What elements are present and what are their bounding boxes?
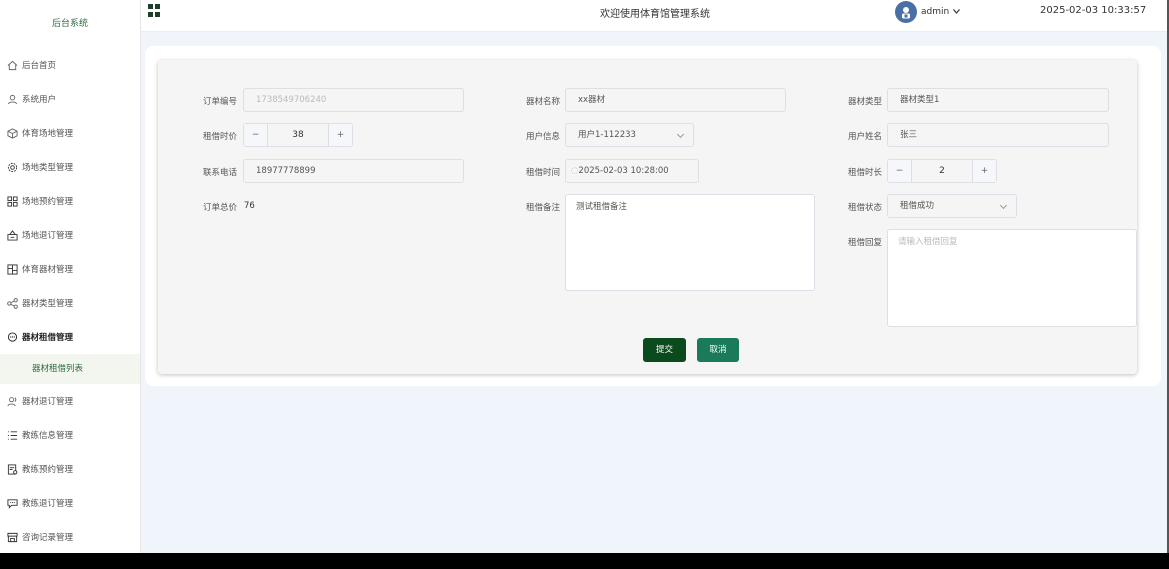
header: 欢迎使用体育馆管理系统 admin 2025-02-03 10:33:57: [141, 0, 1169, 32]
sidebar-item-label: 教练信息管理: [22, 431, 74, 441]
order-no-label: 订单编号: [202, 97, 237, 107]
status-label: 租借状态: [847, 203, 882, 213]
content-panel: 订单编号 1738549706240 器材名称 xx器材 器材类型 器材类型1 …: [145, 46, 1161, 386]
sidebar-item-coach-cancel[interactable]: 教练退订管理: [0, 486, 140, 520]
chevron-down-icon: [953, 7, 961, 17]
chat-icon: [6, 331, 18, 343]
sidebar-item-equipment-rental[interactable]: 器材租借管理: [0, 320, 140, 354]
doc-icon: [6, 463, 18, 475]
sidebar-item-venues[interactable]: 体育场地管理: [0, 116, 140, 150]
sidebar-item-label: 咨询记录管理: [22, 533, 74, 543]
remark-label: 租借备注: [525, 203, 560, 213]
price-value[interactable]: 38: [268, 124, 328, 146]
sidebar-item-coach-info[interactable]: 教练信息管理: [0, 418, 140, 452]
sidebar-item-label: 系统用户: [22, 95, 57, 105]
sidebar-item-venue-cancel[interactable]: 场地退订管理: [0, 218, 140, 252]
sidebar-item-label: 器材类型管理: [22, 299, 74, 309]
main-content: 订单编号 1738549706240 器材名称 xx器材 器材类型 器材类型1 …: [141, 32, 1169, 553]
sidebar-item-venue-types[interactable]: 场地类型管理: [0, 150, 140, 184]
duration-value[interactable]: 2: [912, 160, 972, 182]
page-title: 欢迎使用体育馆管理系统: [600, 9, 710, 20]
user-name-label: 用户姓名: [847, 132, 882, 142]
total-label: 订单总价: [202, 203, 237, 213]
equip-name-input[interactable]: xx器材: [565, 88, 786, 112]
sidebar-item-label: 场地退订管理: [22, 231, 74, 241]
box-icon: [6, 229, 18, 241]
sidebar-item-venue-booking[interactable]: 场地预约管理: [0, 184, 140, 218]
equip-type-input[interactable]: 器材类型1: [887, 88, 1109, 112]
status-select[interactable]: 租借成功: [887, 194, 1017, 218]
price-stepper[interactable]: − 38 +: [243, 123, 353, 147]
duration-label: 租借时长: [847, 168, 882, 178]
equip-name-label: 器材名称: [525, 97, 560, 107]
sidebar-item-label: 教练预约管理: [22, 465, 74, 475]
rental-form: 订单编号 1738549706240 器材名称 xx器材 器材类型 器材类型1 …: [158, 60, 1137, 374]
rent-time-value: 2025-02-03 10:28:00: [578, 166, 669, 176]
message-icon: [6, 497, 18, 509]
reply-label: 租借回复: [847, 238, 882, 248]
share-icon: [6, 297, 18, 309]
reply-textarea[interactable]: 请输入租借回复: [887, 229, 1137, 327]
username: admin: [921, 7, 950, 17]
user-info-label: 用户信息: [525, 132, 560, 142]
sidebar-item-equipment-cancel[interactable]: 器材退订管理: [0, 384, 140, 418]
price-label: 租借时价: [202, 132, 237, 142]
cube-icon: [6, 127, 18, 139]
store-icon: [6, 531, 18, 543]
sidebar-item-users[interactable]: 系统用户: [0, 82, 140, 116]
sidebar-subitem-rental-list[interactable]: 器材租借列表: [0, 354, 140, 384]
phone-label: 联系电话: [202, 168, 237, 178]
sidebar-item-consult-records[interactable]: 咨询记录管理: [0, 520, 140, 553]
home-icon: [6, 59, 18, 71]
list-icon: [6, 429, 18, 441]
rent-time-label: 租借时间: [525, 168, 560, 178]
sidebar: 后台系统 后台首页 系统用户 体育场地管理 场地类型管理 场地预约管理 场地退订…: [0, 0, 141, 553]
user-menu[interactable]: admin: [895, 1, 961, 23]
sidebar-item-label: 体育场地管理: [22, 129, 74, 139]
sidebar-item-label: 器材退订管理: [22, 397, 74, 407]
price-increment-button[interactable]: +: [328, 124, 352, 146]
equip-type-label: 器材类型: [847, 97, 882, 107]
cancel-button[interactable]: 取消: [697, 338, 739, 362]
sidebar-item-label: 后台首页: [22, 61, 57, 71]
sidebar-item-coach-booking[interactable]: 教练预约管理: [0, 452, 140, 486]
remark-textarea[interactable]: 测试租借备注: [565, 194, 815, 291]
sidebar-item-equipment-types[interactable]: 器材类型管理: [0, 286, 140, 320]
order-no-input[interactable]: 1738549706240: [243, 88, 464, 112]
user-info-select[interactable]: 用户1-112233: [565, 123, 694, 147]
rent-time-picker[interactable]: ◌2025-02-03 10:28:00: [565, 159, 699, 183]
sidebar-item-home[interactable]: 后台首页: [0, 48, 140, 82]
sidebar-item-equipment[interactable]: 体育器材管理: [0, 252, 140, 286]
sidebar-item-label: 场地预约管理: [22, 197, 74, 207]
clock: 2025-02-03 10:33:57: [1040, 5, 1147, 16]
sidebar-item-label: 场地类型管理: [22, 163, 74, 173]
duration-increment-button[interactable]: +: [972, 160, 996, 182]
price-decrement-button[interactable]: −: [244, 124, 268, 146]
total-value: 76: [244, 201, 255, 211]
avatar: [895, 1, 917, 23]
gear-icon: [6, 161, 18, 173]
bottom-bar: [0, 553, 1169, 569]
sidebar-item-label: 器材租借管理: [22, 333, 74, 343]
layout-icon: [6, 263, 18, 275]
duration-stepper[interactable]: − 2 +: [887, 159, 997, 183]
sidebar-item-label: 体育器材管理: [22, 265, 74, 275]
sidebar-item-label: 教练退订管理: [22, 499, 74, 509]
submit-button[interactable]: 提交: [643, 338, 686, 362]
users-icon: [6, 395, 18, 407]
duration-decrement-button[interactable]: −: [888, 160, 912, 182]
phone-input[interactable]: 18977778899: [243, 159, 464, 183]
grid-icon: [6, 195, 18, 207]
user-icon: [6, 93, 18, 105]
user-name-input[interactable]: 张三: [887, 123, 1109, 147]
brand-title: 后台系统: [51, 19, 88, 29]
